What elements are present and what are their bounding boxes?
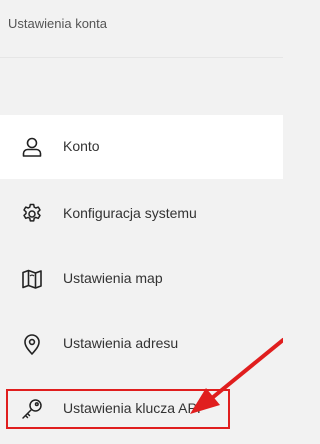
menu-item-label: Konfiguracja systemu [63, 205, 197, 221]
menu-item-konfiguracja-systemu[interactable]: Konfiguracja systemu [0, 182, 283, 246]
menu-item-konto[interactable]: Konto [0, 115, 283, 179]
menu-item-ustawienia-map[interactable]: Ustawienia map [0, 247, 283, 311]
menu-item-label: Ustawienia klucza API [63, 400, 201, 416]
menu-item-label: Konto [63, 138, 100, 154]
menu-item-ustawienia-klucza-api[interactable]: Ustawienia klucza API [0, 377, 283, 441]
map-icon [20, 267, 44, 291]
location-pin-icon [20, 332, 44, 356]
gear-icon [20, 202, 44, 226]
user-icon [20, 135, 44, 159]
page-title: Ustawienia konta [8, 16, 107, 31]
key-icon [20, 397, 44, 421]
menu-item-ustawienia-adresu[interactable]: Ustawienia adresu [0, 312, 283, 376]
menu-item-label: Ustawienia map [63, 270, 163, 286]
menu-item-label: Ustawienia adresu [63, 335, 179, 351]
settings-header: Ustawienia konta [0, 0, 283, 58]
